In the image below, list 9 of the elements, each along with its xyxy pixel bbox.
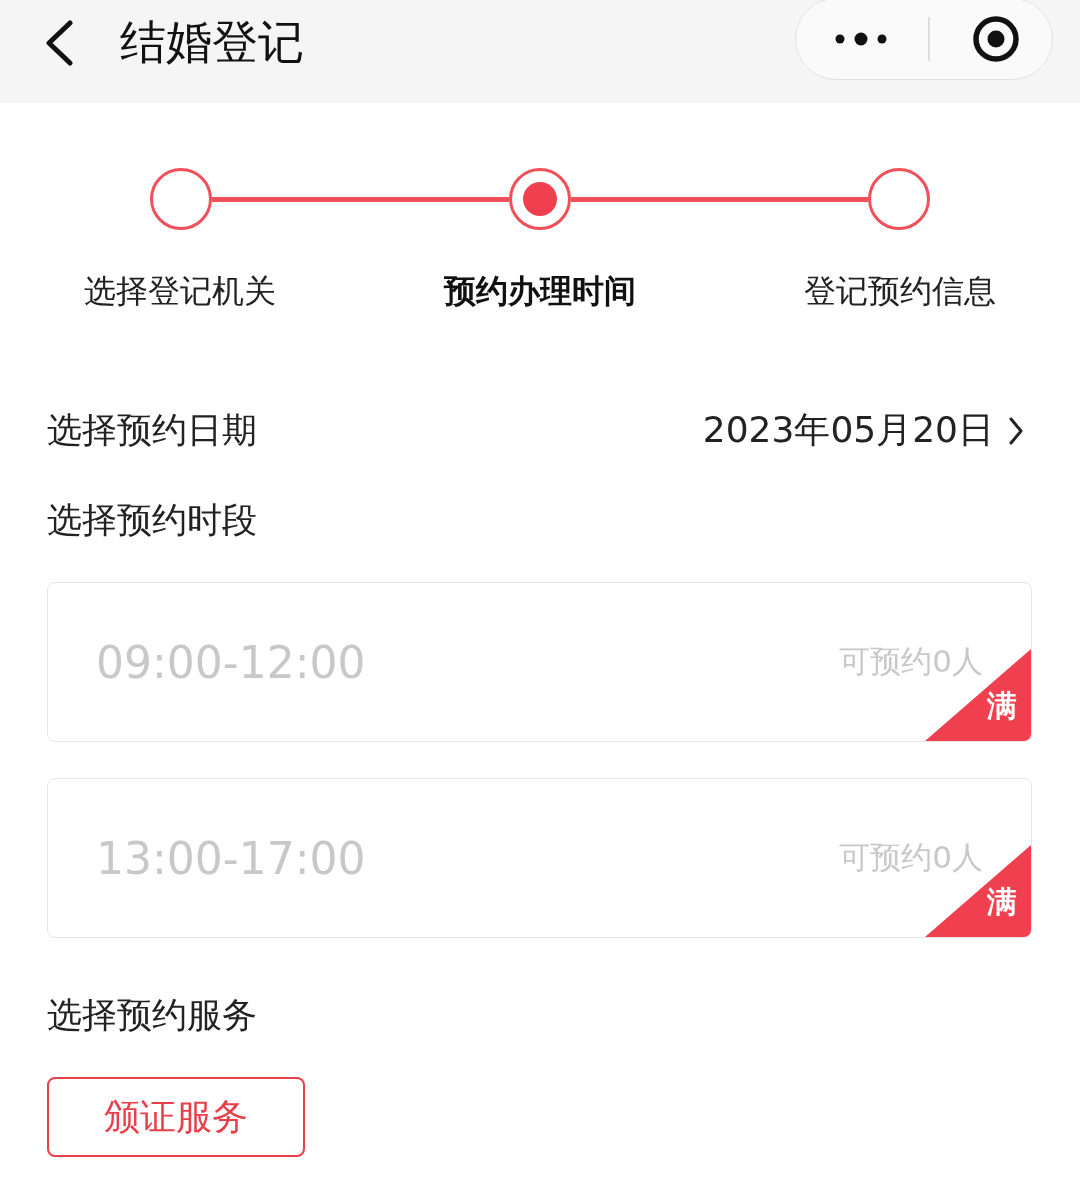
service-button[interactable]: 颁证服务	[47, 1077, 305, 1157]
step-label: 选择登记机关	[83, 271, 277, 312]
date-value[interactable]: 2023年05月20日	[702, 406, 994, 455]
page-title: 结婚登记	[120, 13, 304, 71]
step-label: 预约办理时间	[442, 271, 637, 312]
section-label: 选择预约服务	[46, 994, 258, 1037]
step-label: 登记预约信息	[803, 271, 997, 312]
section-label: 选择预约时段	[46, 499, 258, 542]
date-label: 选择预约日期	[47, 409, 258, 452]
